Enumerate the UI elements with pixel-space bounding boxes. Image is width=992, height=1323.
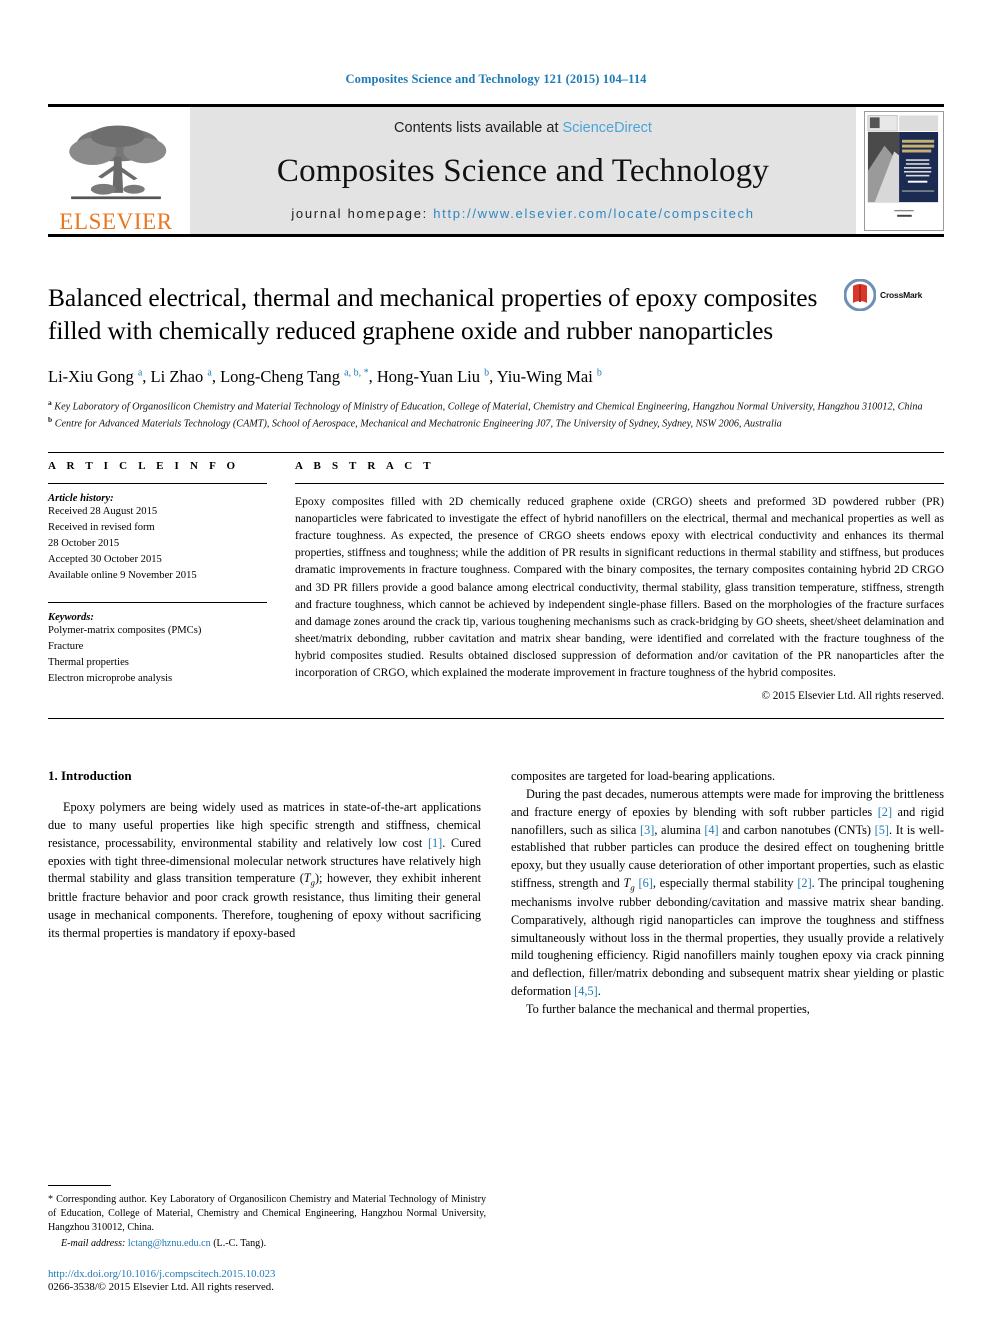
homepage-prefix: journal homepage:	[291, 206, 434, 221]
history-item: 28 October 2015	[48, 537, 120, 549]
elsevier-wordmark: ELSEVIER	[59, 209, 173, 234]
keywords-list: Polymer-matrix composites (PMCs) Fractur…	[48, 623, 267, 687]
homepage-url-link[interactable]: http://www.elsevier.com/locate/compscite…	[433, 206, 754, 221]
journal-title: Composites Science and Technology	[276, 152, 770, 189]
title-block: Balanced electrical, thermal and mechani…	[48, 279, 944, 347]
body-paragraph: During the past decades, numerous attemp…	[511, 786, 945, 999]
article-info-heading: A R T I C L E I N F O	[48, 460, 240, 473]
body-paragraph: Epoxy polymers are being widely used as …	[48, 800, 481, 940]
history-item: Available online 9 November 2015	[48, 569, 197, 581]
journal-homepage-line: journal homepage: http://www.elsevier.co…	[291, 206, 754, 221]
contents-available-line: Contents lists available at ScienceDirec…	[394, 120, 652, 136]
abstract-text: Epoxy composites filled with 2D chemical…	[295, 495, 944, 679]
journal-cover-thumbnail	[864, 110, 944, 231]
abstract-rule	[295, 483, 944, 485]
masthead-bottom-rule	[48, 234, 944, 237]
affiliation-marker-b: b	[48, 415, 53, 425]
abstract-heading: A B S T R A C T	[295, 460, 435, 473]
keyword-item: Thermal properties	[48, 657, 129, 669]
body-column-right: composites are targeted for load-bearing…	[511, 768, 944, 1019]
email-note: E-mail address: lctang@hznu.edu.cn (L.-C…	[48, 1238, 486, 1249]
keywords-label: Keywords:	[48, 612, 94, 624]
running-head: Composites Science and Technology 121 (2…	[345, 72, 647, 86]
affiliation-b: b Centre for Advanced Materials Technolo…	[48, 415, 944, 432]
keyword-item: Polymer-matrix composites (PMCs)	[48, 625, 202, 637]
article-history-label: Article history:	[48, 493, 114, 505]
history-item: Received 28 August 2015	[48, 506, 158, 518]
article-info-rule	[48, 483, 267, 485]
affiliation-a-text: Key Laboratory of Organosilicon Chemistr…	[54, 401, 923, 413]
sciencedirect-link[interactable]: ScienceDirect	[563, 120, 652, 136]
crossmark-label: CrossMark	[880, 290, 923, 300]
masthead-center-panel: Contents lists available at ScienceDirec…	[190, 104, 856, 237]
affiliation-marker-a: a	[48, 398, 52, 408]
page-title: Balanced electrical, thermal and mechani…	[48, 283, 818, 346]
info-abstract-top-rule	[48, 452, 944, 454]
article-info-column: A R T I C L E I N F O Article history: R…	[48, 460, 295, 702]
abstract-column: A B S T R A C T Epoxy composites filled …	[295, 460, 944, 702]
affiliation-b-text: Centre for Advanced Materials Technology…	[54, 418, 782, 430]
article-history-list: Received 28 August 2015 Received in revi…	[48, 504, 267, 583]
footnote-separator	[48, 1185, 111, 1187]
article-page: Composites Science and Technology 121 (2…	[0, 0, 992, 1323]
body-paragraph: composites are targeted for load-bearing…	[511, 769, 776, 784]
affiliations: a Key Laboratory of Organosilicon Chemis…	[48, 398, 944, 432]
corresponding-author-note: * Corresponding author. Key Laboratory o…	[48, 1194, 486, 1234]
history-item: Accepted 30 October 2015	[48, 553, 162, 565]
contents-prefix: Contents lists available at	[394, 120, 563, 136]
email-suffix: (L.-C. Tang).	[213, 1238, 267, 1249]
doi-link[interactable]: http://dx.doi.org/10.1016/j.compscitech.…	[48, 1268, 486, 1280]
cover-artwork	[865, 112, 941, 227]
crossmark-badge[interactable]: CrossMark	[844, 279, 944, 311]
crossmark-icon	[844, 279, 876, 311]
body-column-left: 1. Introduction Epoxy polymers are being…	[48, 768, 481, 1019]
author-list: Li-Xiu Gong a, Li Zhao a, Long-Cheng Tan…	[48, 367, 602, 387]
masthead-top-rule	[48, 104, 944, 107]
abstract-bottom-rule	[48, 718, 944, 720]
email-label: E-mail address:	[61, 1238, 126, 1249]
footnote-block: * Corresponding author. Key Laboratory o…	[48, 1185, 486, 1293]
email-link[interactable]: lctang@hznu.edu.cn	[128, 1238, 211, 1249]
info-abstract-region: A R T I C L E I N F O Article history: R…	[48, 452, 944, 702]
elsevier-logo: ELSEVIER	[48, 104, 184, 237]
keyword-item: Fracture	[48, 641, 84, 653]
issn-copyright: 0266-3538/© 2015 Elsevier Ltd. All right…	[48, 1281, 274, 1293]
history-item: Received in revised form	[48, 521, 155, 533]
section-heading-introduction: 1. Introduction	[48, 768, 132, 784]
body-paragraph: To further balance the mechanical and th…	[526, 1001, 810, 1016]
body-columns: 1. Introduction Epoxy polymers are being…	[48, 768, 944, 1019]
elsevier-tree-icon	[69, 125, 167, 200]
affiliation-a: a Key Laboratory of Organosilicon Chemis…	[48, 398, 944, 415]
journal-masthead: ELSEVIER Contents lists available at Sci…	[48, 104, 944, 237]
abstract-copyright: © 2015 Elsevier Ltd. All rights reserved…	[761, 690, 945, 703]
keyword-item: Electron microprobe analysis	[48, 673, 173, 685]
keywords-rule	[48, 602, 267, 604]
